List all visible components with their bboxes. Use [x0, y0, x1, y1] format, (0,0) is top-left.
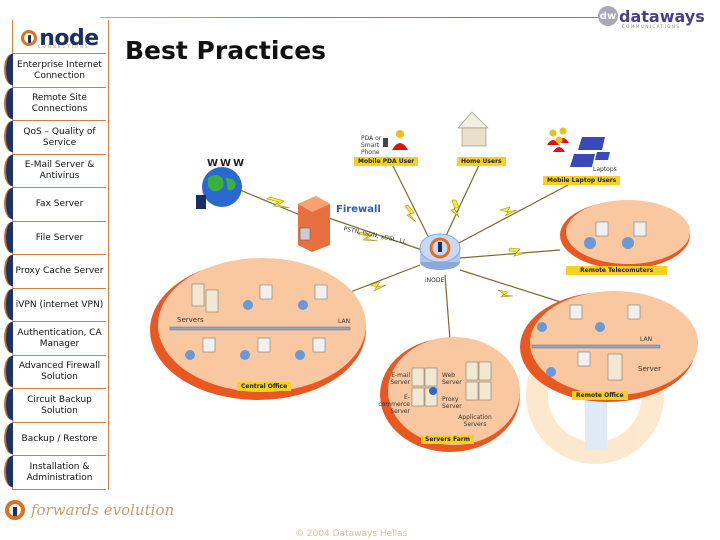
- sidebar-item-label: File Server: [13, 220, 106, 256]
- web-server-label: Web Server: [442, 372, 462, 386]
- proxy-server-label: Proxy Server: [442, 396, 462, 410]
- server-label: Server: [638, 365, 661, 373]
- sidebar-item-label: E-Mail Server & Antivirus: [13, 153, 106, 189]
- home-users-label: Home Users: [457, 157, 506, 166]
- pda-note: PDA or Smart Phone: [361, 135, 382, 156]
- dataways-logo: dw dataways: [598, 6, 705, 26]
- sidebar-item[interactable]: Backup / Restore: [0, 421, 120, 457]
- www-label: WWW: [207, 158, 247, 169]
- inode-hub-icon: [419, 233, 461, 270]
- tagline: forwards evolution: [31, 501, 175, 519]
- remote-office-label: Remote Office: [572, 391, 628, 400]
- sidebar-item-label: Remote Site Connections: [13, 86, 106, 122]
- mobile-laptop-users-label: Mobile Laptop Users: [543, 176, 621, 185]
- sidebar-item[interactable]: E-Mail Server & Antivirus: [0, 153, 120, 189]
- copyright: © 2004 Dataways Hellas: [295, 529, 408, 539]
- remote-telecommuters-label: Remote Telecomuters: [566, 266, 668, 275]
- remote-telecommuters-zone: [560, 200, 690, 269]
- sidebar-item[interactable]: QoS – Quality of Service: [0, 120, 120, 155]
- laptop-note: Laptops: [593, 166, 617, 173]
- central-office-zone: [150, 258, 366, 400]
- central-office-label: Central Office: [237, 382, 292, 391]
- sidebar-item-label: Fax Server: [13, 187, 106, 222]
- sidebar-item[interactable]: Advanced Firewall Solution: [0, 354, 120, 390]
- sidebar-item[interactable]: File Server: [0, 220, 120, 256]
- email-server-label: E-mail Server: [390, 372, 410, 386]
- dataways-logo-subtitle: COMMUNICATIONS: [622, 24, 681, 29]
- firewall-icon: [298, 196, 330, 252]
- page-title: Best Practices: [125, 36, 327, 65]
- sidebar-item[interactable]: Enterprise Internet Connection: [0, 53, 120, 88]
- sidebar-item-label: Proxy Cache Server: [13, 254, 106, 289]
- sidebar-item[interactable]: Fax Server: [0, 187, 120, 222]
- ecommerce-server-label: E-commerce Server: [378, 394, 410, 415]
- sidebar-item[interactable]: Proxy Cache Server: [0, 254, 120, 289]
- firewall-label: Firewall: [336, 204, 381, 215]
- mobile-laptop-users-icon: [547, 127, 610, 167]
- sidebar-item[interactable]: iVPN (internet VPN): [0, 287, 120, 323]
- servers-label: Servers: [177, 316, 204, 324]
- sidebar-item-label: Advanced Firewall Solution: [13, 354, 106, 390]
- remote-lan-label: LAN: [640, 336, 653, 343]
- sidebar-menu: Enterprise Internet Connection Remote Sit…: [0, 53, 120, 490]
- sidebar-item-label: Enterprise Internet Connection: [13, 53, 106, 88]
- i-logo-icon: [5, 500, 25, 520]
- header-divider: [100, 17, 605, 18]
- sidebar-item-label: QoS – Quality of Service: [13, 120, 106, 155]
- application-servers-label: Application Servers: [458, 414, 492, 428]
- dataways-mark-icon: dw: [598, 6, 618, 26]
- sidebar-item[interactable]: Authentication, CA Manager: [0, 321, 120, 356]
- inode-label: iNODE: [425, 277, 445, 284]
- sidebar-item-label: iVPN (internet VPN): [13, 287, 106, 323]
- remote-office-zone: [520, 291, 698, 402]
- servers-farm-label: Servers Farm: [421, 435, 474, 444]
- mobile-pda-user-label: Mobile PDA User: [354, 157, 419, 166]
- sidebar-item[interactable]: Installation & Administration: [0, 455, 120, 490]
- sidebar-item-label: Installation & Administration: [13, 455, 106, 490]
- dataways-logo-text: dataways: [619, 6, 705, 26]
- sidebar-item-label: Backup / Restore: [13, 421, 106, 457]
- mobile-pda-user-icon: [383, 130, 408, 150]
- sidebar-item-label: Authentication, CA Manager: [13, 321, 106, 356]
- sidebar-item-label: Circuit Backup Solution: [13, 388, 106, 423]
- globe-icon: [196, 167, 242, 209]
- sidebar-item[interactable]: Circuit Backup Solution: [0, 388, 120, 423]
- home-icon: [457, 111, 489, 147]
- sidebar-item[interactable]: Remote Site Connections: [0, 86, 120, 122]
- central-lan-label: LAN: [338, 318, 351, 325]
- footer-logo: forwards evolution: [5, 500, 174, 520]
